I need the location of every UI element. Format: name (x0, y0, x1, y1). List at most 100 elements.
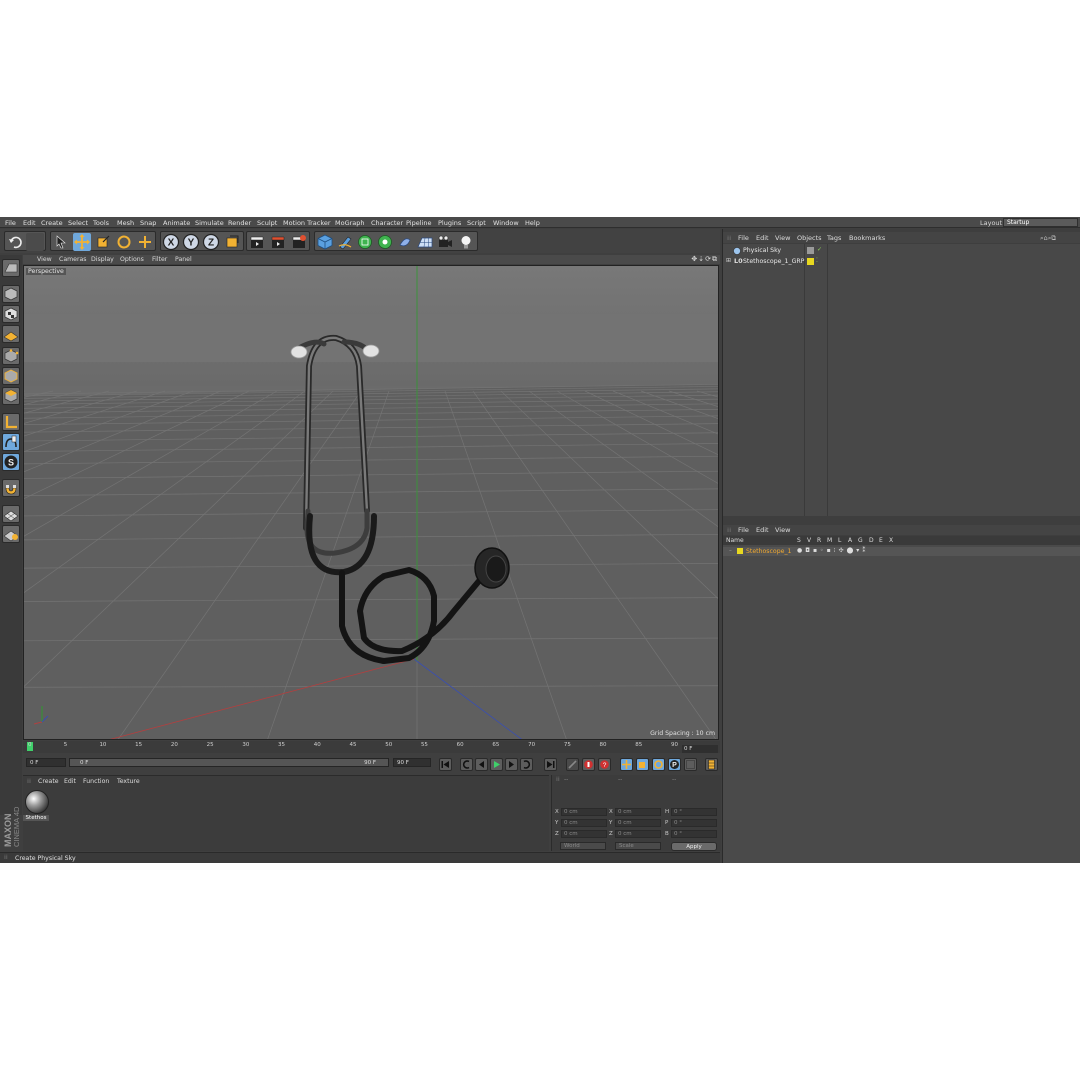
axis-mode-button[interactable] (2, 413, 20, 431)
visibility-dots-icon[interactable]: ⁚ (816, 257, 818, 264)
next-key-button[interactable] (520, 758, 533, 771)
record-key-button[interactable] (566, 758, 579, 771)
deformer-button[interactable] (396, 233, 414, 251)
menu-pipeline[interactable]: Pipeline (406, 219, 431, 227)
workplane-button[interactable] (2, 325, 20, 343)
autokey-button[interactable] (582, 758, 595, 771)
rotation-key-button[interactable] (652, 758, 665, 771)
model-mode-button[interactable] (2, 285, 20, 303)
position-key-button[interactable] (620, 758, 633, 771)
om-search-icon[interactable]: ⌕⌂⌕⧉ (1040, 234, 1056, 243)
edges-mode-button[interactable] (2, 367, 20, 385)
menu-snap[interactable]: Snap (140, 219, 156, 227)
material-menu-create[interactable]: Create (38, 778, 59, 785)
object-row-physical-sky[interactable]: Physical Sky ✓ (723, 246, 1080, 256)
menu-mograph[interactable]: MoGraph (335, 219, 365, 227)
menu-animate[interactable]: Animate (163, 219, 190, 227)
visibility-dots[interactable] (807, 247, 814, 254)
rotate-button[interactable] (115, 233, 133, 251)
material-menu-texture[interactable]: Texture (117, 778, 140, 785)
col-a[interactable]: A (848, 537, 852, 544)
menu-mesh[interactable]: Mesh (117, 219, 134, 227)
viewport-nav-icons[interactable]: ✥⇣⟳⧉ (691, 255, 718, 264)
render-picture-viewer-button[interactable] (269, 233, 287, 251)
col-r[interactable]: R (817, 537, 821, 544)
coordinate-mode-select[interactable]: World (560, 842, 606, 850)
tweak-mode-button[interactable] (2, 433, 20, 451)
current-frame-field[interactable]: 0 F (682, 745, 718, 753)
menu-character[interactable]: Character (371, 219, 403, 227)
material-menu-edit[interactable]: Edit (64, 778, 76, 785)
viewport-menu-view[interactable]: View (37, 256, 52, 263)
light-button[interactable] (457, 233, 475, 251)
lock-workplane-button[interactable] (2, 505, 20, 523)
pen-button[interactable] (336, 233, 354, 251)
make-editable-button[interactable] (2, 259, 20, 277)
polygons-mode-button[interactable] (2, 387, 20, 405)
menu-motion-tracker[interactable]: Motion Tracker (283, 219, 331, 227)
play-button[interactable] (490, 758, 503, 771)
end-frame-field[interactable]: 90 F (393, 758, 431, 767)
viewport-menu-cameras[interactable]: Cameras (59, 256, 87, 263)
object-row-stethoscope-grp[interactable]: ⊞ L0 Stethoscope_1_GRP ⁚ (723, 257, 1080, 267)
cloner-button[interactable] (376, 233, 394, 251)
layer-color-swatch[interactable] (807, 258, 814, 265)
lm-menu-edit[interactable]: Edit (756, 526, 769, 534)
transform-button[interactable] (136, 233, 154, 251)
enabled-check-icon[interactable]: ✓ (817, 246, 822, 253)
material-preview-ball[interactable] (25, 790, 49, 814)
previous-frame-button[interactable] (475, 758, 488, 771)
point-level-animation-button[interactable] (684, 758, 697, 771)
menu-plugins[interactable]: Plugins (438, 219, 461, 227)
om-menu-file[interactable]: File (738, 234, 749, 242)
x-axis-button[interactable]: X (162, 233, 180, 251)
redo-button[interactable] (26, 233, 44, 251)
col-d[interactable]: D (869, 537, 874, 544)
viewport-menu-display[interactable]: Display (91, 256, 114, 263)
lm-menu-file[interactable]: File (738, 526, 749, 534)
col-m[interactable]: M (827, 537, 832, 544)
position-x-field[interactable]: 0 cm (561, 808, 607, 816)
menu-tools[interactable]: Tools (93, 219, 109, 227)
points-mode-button[interactable] (2, 347, 20, 365)
go-to-end-button[interactable] (544, 758, 557, 771)
menu-simulate[interactable]: Simulate (195, 219, 224, 227)
menu-create[interactable]: Create (41, 219, 63, 227)
timeline-ruler[interactable]: 0 5 10 15 20 25 30 35 40 45 50 55 60 65 70 75 80 85 90 (23, 741, 720, 753)
menu-render[interactable]: Render (228, 219, 251, 227)
solo-button[interactable]: S (2, 453, 20, 471)
undo-button[interactable] (6, 233, 24, 251)
col-e[interactable]: E (879, 537, 883, 544)
col-l[interactable]: L (838, 537, 841, 544)
frame-range-slider[interactable]: 0 F 90 F (69, 758, 389, 767)
size-z-field[interactable]: 0 cm (615, 830, 661, 838)
z-axis-button[interactable]: Z (202, 233, 220, 251)
col-name[interactable]: Name (726, 537, 744, 544)
expand-icon[interactable]: ⊞ (726, 257, 731, 264)
rotation-b-field[interactable]: 0 ° (671, 830, 717, 838)
col-g[interactable]: G (858, 537, 863, 544)
position-z-field[interactable]: 0 cm (561, 830, 607, 838)
menu-window[interactable]: Window (493, 219, 519, 227)
size-y-field[interactable]: 0 cm (615, 819, 661, 827)
viewport-menu-panel[interactable]: Panel (175, 256, 192, 263)
om-menu-bookmarks[interactable]: Bookmarks (849, 234, 885, 242)
next-frame-button[interactable] (505, 758, 518, 771)
col-v[interactable]: V (807, 537, 811, 544)
apply-button[interactable]: Apply (671, 842, 717, 851)
menu-help[interactable]: Help (525, 219, 540, 227)
om-menu-view[interactable]: View (775, 234, 790, 242)
om-menu-tags[interactable]: Tags (827, 234, 841, 242)
rotation-h-field[interactable]: 0 ° (671, 808, 717, 816)
subdivision-button[interactable] (356, 233, 374, 251)
layer-flags-icons[interactable]: ●◘▪◦▪⁝✣⬤▾⁑ (797, 547, 868, 554)
timeline-window-button[interactable] (705, 758, 718, 771)
planar-workplane-button[interactable] (2, 525, 20, 543)
material-menu-function[interactable]: Function (83, 778, 109, 785)
viewport-menu-options[interactable]: Options (120, 256, 144, 263)
rotation-p-field[interactable]: 0 ° (671, 819, 717, 827)
previous-key-button[interactable] (460, 758, 473, 771)
y-axis-button[interactable]: Y (182, 233, 200, 251)
menu-script[interactable]: Script (467, 219, 486, 227)
col-s[interactable]: S (797, 537, 801, 544)
